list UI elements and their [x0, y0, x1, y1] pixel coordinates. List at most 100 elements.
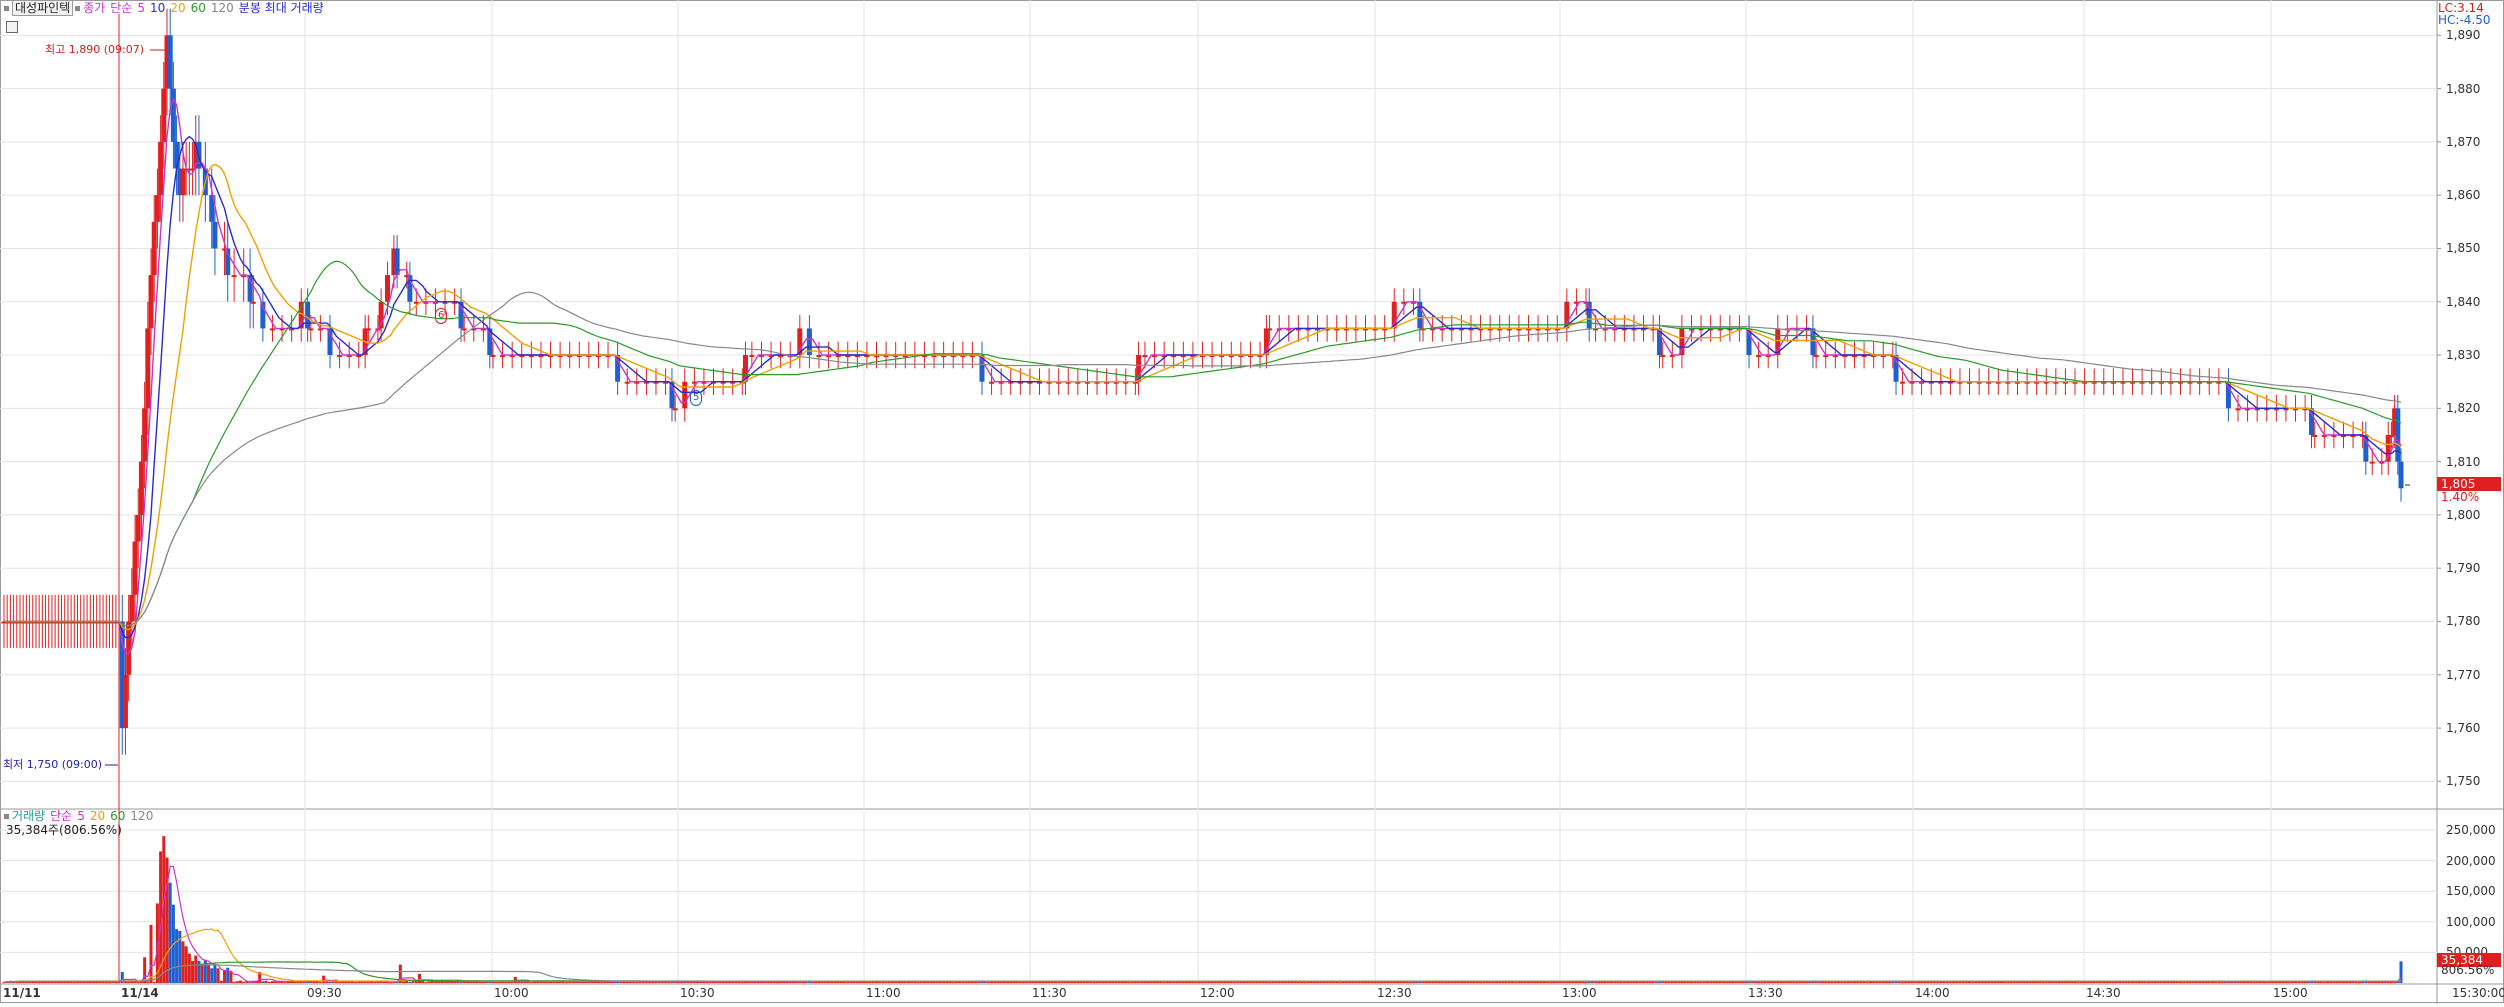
volume-bar: [1795, 982, 1799, 984]
price-legend-item[interactable]: 단순: [110, 1, 132, 15]
volume-bar: [417, 973, 421, 983]
volume-bar: [2287, 982, 2291, 984]
time-tick-label: 12:30: [1377, 986, 1412, 1000]
volume-bar: [1830, 982, 1834, 984]
price-legend-item[interactable]: 5: [137, 1, 145, 15]
volume-bar: [494, 982, 498, 984]
volume-tick-label: 250,000: [2446, 823, 2496, 837]
volume-legend-item[interactable]: 거래량: [12, 809, 45, 823]
price-legend-item[interactable]: 종가: [83, 1, 105, 15]
volume-ma60-line: [3, 961, 2402, 983]
candle-body: [142, 408, 148, 462]
price-tick-label: 1,800: [2446, 507, 2481, 522]
menu-square-icon[interactable]: [4, 5, 9, 11]
candle-body: [624, 381, 630, 384]
price-tick-label: 1,850: [2446, 241, 2481, 256]
candle-body: [2395, 408, 2401, 462]
candle-body: [122, 674, 128, 729]
volume-bar: [389, 982, 393, 984]
volume-bar: [187, 953, 191, 983]
candle-body: [672, 408, 678, 411]
volume-bar: [478, 981, 482, 983]
candle-body: [2398, 461, 2404, 489]
table-toggle-icon[interactable]: [6, 21, 18, 33]
price-tick-label: 1,810: [2446, 454, 2481, 469]
time-tick-label: 11:30: [1032, 986, 1067, 1000]
volume-bar: [1689, 982, 1693, 984]
volume-bar: [1479, 982, 1483, 984]
candle-body: [1586, 301, 1592, 329]
volume-bar: [2217, 982, 2221, 984]
stock-title: 대성파인텍: [12, 0, 74, 16]
volume-bar: [1654, 982, 1658, 984]
volume-legend-item[interactable]: 120: [130, 809, 153, 823]
price-tick-label: 1,860: [2446, 188, 2481, 203]
volume-readout: 35,384주(806.56%): [6, 823, 122, 837]
price-legend-item[interactable]: 20: [170, 1, 185, 15]
candle-body: [151, 221, 157, 276]
volume-bar: [181, 941, 185, 983]
volume-bar: [152, 981, 156, 983]
volume-bar: [213, 964, 217, 983]
price-legend-item[interactable]: 60: [191, 1, 206, 15]
price-tick-label: 1,760: [2446, 721, 2481, 736]
volume-bar: [1373, 982, 1377, 984]
price-legend-item[interactable]: 120: [211, 1, 234, 15]
volume-bar: [1057, 982, 1061, 984]
menu-square-icon[interactable]: [75, 5, 81, 11]
volume-bar: [261, 981, 265, 983]
volume-bar: [2182, 982, 2186, 984]
volume-bar: [2076, 982, 2080, 984]
candle-body: [461, 328, 467, 331]
price-tick-label: 1,870: [2446, 134, 2481, 149]
volume-legend-item[interactable]: 5: [77, 809, 85, 823]
volume-bar: [1162, 982, 1166, 984]
volume-bar: [219, 980, 223, 983]
volume-bar: [1619, 982, 1623, 984]
candle-body: [269, 328, 275, 331]
volume-ma5-line: [3, 865, 2402, 983]
volume-bar: [302, 981, 306, 983]
candle-body: [154, 195, 160, 222]
volume-bar: [2399, 961, 2403, 983]
volume-legend-item[interactable]: 60: [110, 809, 125, 823]
price-tick-label: 1,790: [2446, 561, 2481, 576]
candle-body: [180, 168, 186, 196]
volume-bar: [191, 960, 195, 983]
volume-bar: [549, 981, 553, 983]
time-tick-label: 09:30: [307, 986, 342, 1000]
volume-legend-item[interactable]: 20: [90, 809, 105, 823]
current-pct-label: 1.40%: [2441, 490, 2480, 504]
volume-bar: [421, 981, 425, 983]
candle-body: [682, 381, 688, 409]
volume-bar: [267, 981, 271, 983]
time-tick-label: 13:00: [1562, 986, 1597, 1000]
volume-bar: [523, 981, 527, 983]
price-tick-label: 1,840: [2446, 294, 2481, 309]
volume-bar: [453, 981, 457, 983]
candle-body: [2369, 461, 2375, 464]
candle-body: [816, 355, 822, 358]
price-legend-item[interactable]: 분봉 최대 거래량: [239, 1, 324, 15]
volume-bar: [459, 982, 463, 984]
candle-body: [161, 88, 167, 142]
menu-square-icon[interactable]: [4, 813, 9, 819]
volume-bar: [405, 980, 409, 983]
price-tick-label: 1,880: [2446, 81, 2481, 96]
volume-bar: [136, 981, 140, 983]
volume-bar: [270, 981, 274, 983]
volume-bar: [107, 982, 111, 984]
candle-body: [989, 381, 995, 384]
volume-bar: [373, 981, 377, 983]
volume-bar: [1971, 982, 1975, 984]
volume-bar: [338, 981, 342, 983]
volume-bar: [149, 924, 153, 983]
volume-bar: [1408, 982, 1412, 984]
volume-bar: [740, 982, 744, 984]
volume-legend-item[interactable]: 단순: [50, 809, 72, 823]
volume-bar: [248, 982, 252, 984]
price-tick-label: 1,750: [2446, 774, 2481, 789]
volume-bar: [1443, 982, 1447, 984]
price-legend-item[interactable]: 10: [150, 1, 165, 15]
volume-bar: [564, 982, 568, 984]
